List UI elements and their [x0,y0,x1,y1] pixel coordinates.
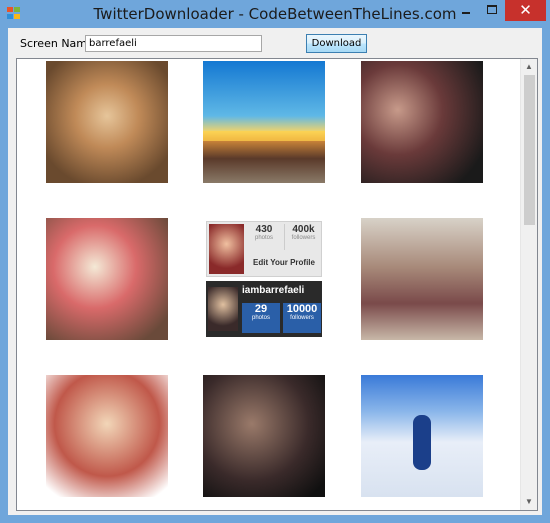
scroll-thumb[interactable] [524,75,535,225]
close-button[interactable]: ✕ [505,0,546,21]
downloaded-image-2 [203,61,325,183]
scroll-down-icon[interactable]: ▼ [521,494,537,510]
followers-stat: 400k followers [284,224,322,250]
downloaded-image-1 [46,61,168,183]
image-gallery-panel[interactable]: 430 photos 400k followers Edit Your Prof… [16,58,538,511]
maximize-button[interactable] [479,0,505,21]
edit-profile-label: Edit Your Profile [253,258,315,267]
downloaded-image-4 [46,218,168,340]
minimize-button[interactable] [453,0,479,21]
downloaded-image-6 [361,218,483,340]
profile-card-bottom: iambarrefaeli 29 photos 10000 followers [206,281,322,337]
downloaded-image-3 [361,61,483,183]
maximize-icon [487,5,497,14]
downloaded-image-7 [46,375,168,497]
screen-name-label: Screen Name [20,37,94,50]
photos-count-box: 29 photos [242,303,280,333]
close-icon: ✕ [519,1,532,19]
minimize-icon [462,12,470,14]
avatar [208,287,238,331]
download-button[interactable]: Download [306,34,367,53]
followers-count-box: 10000 followers [283,303,321,333]
avatar [209,224,244,274]
profile-handle: iambarrefaeli [242,285,305,296]
downloaded-image-9 [361,375,483,497]
title-bar[interactable]: TwitterDownloader - CodeBetweenTheLines.… [0,0,550,28]
vertical-scrollbar[interactable]: ▲ ▼ [520,59,537,510]
scroll-up-icon[interactable]: ▲ [521,59,537,75]
profile-card-top: 430 photos 400k followers Edit Your Prof… [206,221,322,277]
downloaded-image-8 [203,375,325,497]
app-window: TwitterDownloader - CodeBetweenTheLines.… [0,0,550,523]
form-client-area: Screen Name Download 430 photos 400k fol… [8,28,542,515]
photos-stat: 430 photos [254,224,273,241]
downloaded-image-5-profile: 430 photos 400k followers Edit Your Prof… [203,218,325,340]
screen-name-input[interactable] [85,35,262,52]
